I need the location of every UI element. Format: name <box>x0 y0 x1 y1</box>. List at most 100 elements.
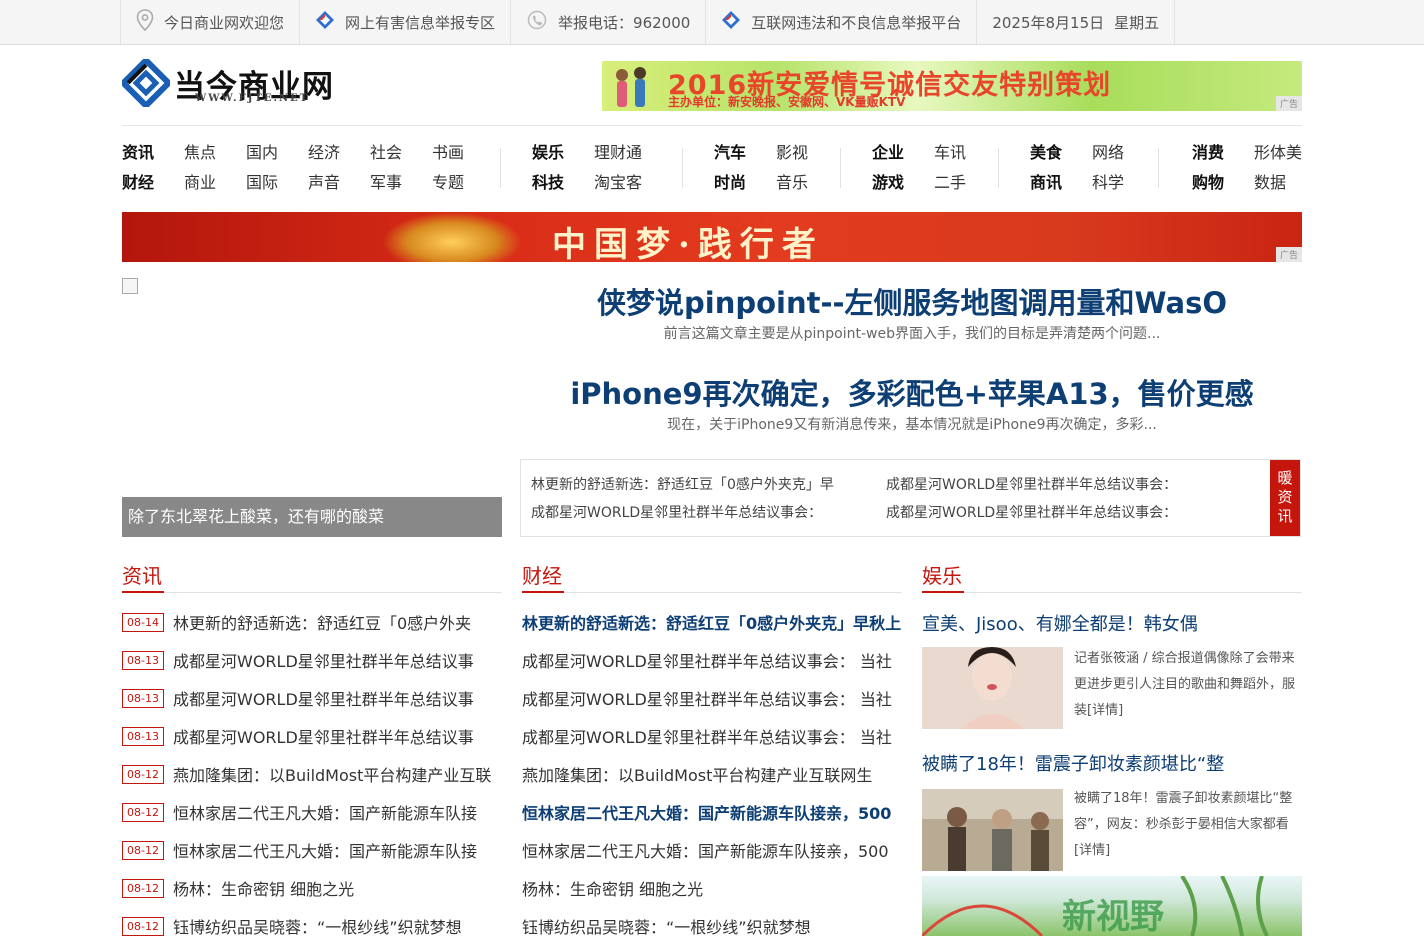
nav-item[interactable]: 消费 <box>1192 138 1254 168</box>
date-badge: 08-13 <box>122 650 164 670</box>
list-item[interactable]: 成都星河WORLD星邻里社群半年总结议事会： 当社 <box>522 717 902 755</box>
welcome-item: 今日商业网欢迎您 <box>120 0 299 44</box>
list-item[interactable]: 08-13 成都星河WORLD星邻里社群半年总结议事 <box>122 717 502 755</box>
list-item[interactable]: 成都星河WORLD星邻里社群半年总结议事会： 当社 <box>522 679 902 717</box>
nav-item[interactable]: 财经 <box>122 168 184 198</box>
nav-item[interactable]: 焦点 <box>184 138 246 168</box>
site-logo[interactable]: 当今商业网 WWW.FJTE.NET <box>122 59 342 111</box>
nav-item[interactable]: 声音 <box>308 168 370 198</box>
yule-thumbnail-2[interactable] <box>922 789 1063 871</box>
list-item[interactable]: 08-13 成都星河WORLD星邻里社群半年总结议事 <box>122 641 502 679</box>
section-yule: 娱乐 宣美、Jisoo、有娜全都是！韩女偶 记者张筱涵 / 综合报道偶像除了会带… <box>922 560 1302 940</box>
hero-slide[interactable]: 除了东北翠花上酸菜，还有哪的酸菜 <box>122 278 502 537</box>
news-title[interactable]: 燕加隆集团：以BuildMost平台构建产业互联网生 <box>522 762 872 786</box>
nav-item[interactable]: 二手 <box>934 168 996 198</box>
ticker-item[interactable]: 林更新的舒适新选：舒适红豆「0感户外夹克」早 <box>531 474 871 494</box>
news-title[interactable]: 恒林家居二代王凡大婚：国产新能源车队接亲，500 <box>522 838 889 862</box>
nav-item[interactable]: 科技 <box>532 168 594 198</box>
news-title[interactable]: 成都星河WORLD星邻里社群半年总结议事 <box>173 648 474 672</box>
news-title[interactable]: 恒林家居二代王凡大婚：国产新能源车队接 <box>173 800 477 824</box>
nav-item[interactable]: 数据 <box>1254 168 1304 198</box>
section-title[interactable]: 娱乐 <box>922 564 962 588</box>
ticker-item[interactable]: 成都星河WORLD星邻里社群半年总结议事会： <box>886 474 1226 494</box>
list-item[interactable]: 08-12 杨林：生命密钥 细胞之光 <box>122 869 502 907</box>
nav-item[interactable]: 影视 <box>776 138 838 168</box>
nav-item[interactable]: 商讯 <box>1030 168 1092 198</box>
list-item[interactable]: 燕加隆集团：以BuildMost平台构建产业互联网生 <box>522 755 902 793</box>
ticker-item[interactable]: 成都星河WORLD星邻里社群半年总结议事会： <box>886 502 1226 522</box>
yule-headline-2[interactable]: 被瞒了18年！雷震子卸妆素颜堪比“整 <box>922 750 1224 776</box>
top-ad-banner[interactable]: 2016新安爱情号诚信交友特别策划 主办单位：新安晚报、安徽网、VK量贩KTV … <box>602 61 1302 111</box>
nav-item[interactable]: 军事 <box>370 168 432 198</box>
list-item[interactable]: 08-12 燕加隆集团：以BuildMost平台构建产业互联 <box>122 755 502 793</box>
news-title[interactable]: 杨林：生命密钥 细胞之光 <box>522 876 703 900</box>
nav-item[interactable]: 美食 <box>1030 138 1092 168</box>
date-item: 2025年8月15日 星期五 <box>976 0 1176 44</box>
nav-item[interactable]: 购物 <box>1192 168 1254 198</box>
news-title[interactable]: 杨林：生命密钥 细胞之光 <box>173 876 354 900</box>
yule-photo-3[interactable]: 新视野 <box>922 876 1302 936</box>
nav-item[interactable]: 书画 <box>432 138 494 168</box>
nav-item[interactable]: 形体美 <box>1254 138 1304 168</box>
list-item[interactable]: 08-14 林更新的舒适新选：舒适红豆「0感户外夹 <box>122 603 502 641</box>
nav-item[interactable]: 音乐 <box>776 168 838 198</box>
section-title[interactable]: 财经 <box>522 564 562 588</box>
hotline-text: 举报电话：962000 <box>558 13 691 32</box>
couple-illustration-icon <box>616 67 646 107</box>
list-item[interactable]: 成都星河WORLD星邻里社群半年总结议事会： 当社 <box>522 641 902 679</box>
nav-divider <box>840 148 841 188</box>
news-title[interactable]: 恒林家居二代王凡大婚：国产新能源车队接亲，500 <box>522 800 891 824</box>
yule-thumbnail-1[interactable] <box>922 647 1063 729</box>
nav-item[interactable]: 科学 <box>1092 168 1154 198</box>
list-item[interactable]: 08-12 恒林家居二代王凡大婚：国产新能源车队接 <box>122 831 502 869</box>
news-title[interactable]: 成都星河WORLD星邻里社群半年总结议事会： 当社 <box>522 724 892 748</box>
nav-group-3: 汽车 时尚 影视 音乐 <box>714 138 838 198</box>
nav-item[interactable]: 车讯 <box>934 138 996 168</box>
list-item[interactable]: 恒林家居二代王凡大婚：国产新能源车队接亲，500 <box>522 793 902 831</box>
news-title[interactable]: 成都星河WORLD星邻里社群半年总结议事会： 当社 <box>522 648 892 672</box>
hero-caption[interactable]: 除了东北翠花上酸菜，还有哪的酸菜 <box>122 497 502 537</box>
news-title[interactable]: 林更新的舒适新选：舒适红豆「0感户外夹 <box>173 610 471 634</box>
portrait-photo-icon <box>922 647 1063 729</box>
news-title[interactable]: 成都星河WORLD星邻里社群半年总结议事会： 当社 <box>522 686 892 710</box>
nav-item[interactable]: 经济 <box>308 138 370 168</box>
report-zone-link[interactable]: 网上有害信息举报专区 <box>299 0 510 44</box>
ticker-item[interactable]: 成都星河WORLD星邻里社群半年总结议事会： <box>531 502 871 522</box>
report-platform-link[interactable]: 互联网违法和不良信息举报平台 <box>705 0 976 44</box>
nav-item[interactable]: 资讯 <box>122 138 184 168</box>
list-item[interactable]: 杨林：生命密钥 细胞之光 <box>522 869 902 907</box>
nav-item[interactable]: 国内 <box>246 138 308 168</box>
nav-item[interactable]: 网络 <box>1092 138 1154 168</box>
nav-item[interactable]: 淘宝客 <box>594 168 656 198</box>
news-title[interactable]: 钰博纺织品吴晓蓉：“一根纱线”织就梦想 <box>173 914 462 938</box>
nav-item[interactable]: 国际 <box>246 168 308 198</box>
nav-item[interactable]: 商业 <box>184 168 246 198</box>
nav-item[interactable]: 汽车 <box>714 138 776 168</box>
section-title[interactable]: 资讯 <box>122 564 162 588</box>
section-header: 娱乐 <box>922 560 1302 593</box>
nav-item[interactable]: 游戏 <box>872 168 934 198</box>
news-title[interactable]: 燕加隆集团：以BuildMost平台构建产业互联 <box>173 762 491 786</box>
news-title[interactable]: 成都星河WORLD星邻里社群半年总结议事 <box>173 686 474 710</box>
list-item[interactable]: 08-12 恒林家居二代王凡大婚：国产新能源车队接 <box>122 793 502 831</box>
list-item[interactable]: 08-12 钰博纺织品吴晓蓉：“一根纱线”织就梦想 <box>122 907 502 945</box>
headline-2[interactable]: iPhone9再次确定，多彩配色+苹果A13，售价更感 <box>522 371 1302 413</box>
nav-item[interactable]: 时尚 <box>714 168 776 198</box>
list-item[interactable]: 08-13 成都星河WORLD星邻里社群半年总结议事 <box>122 679 502 717</box>
news-title[interactable]: 成都星河WORLD星邻里社群半年总结议事 <box>173 724 474 748</box>
main-nav: 资讯 财经 焦点 商业 国内 国际 经济 声音 社会 军事 书画 专题 娱乐 科… <box>122 125 1302 211</box>
nav-item[interactable]: 娱乐 <box>532 138 594 168</box>
nav-item[interactable]: 专题 <box>432 168 494 198</box>
list-item[interactable]: 钰博纺织品吴晓蓉：“一根纱线”织就梦想 <box>522 907 902 945</box>
news-title[interactable]: 恒林家居二代王凡大婚：国产新能源车队接 <box>173 838 477 862</box>
yule-headline-1[interactable]: 宣美、Jisoo、有娜全都是！韩女偶 <box>922 610 1198 636</box>
nav-item[interactable]: 社会 <box>370 138 432 168</box>
news-title[interactable]: 林更新的舒适新选：舒适红豆「0感户外夹克」早秋上 <box>522 610 901 634</box>
nav-item[interactable]: 理财通 <box>594 138 656 168</box>
list-item[interactable]: 林更新的舒适新选：舒适红豆「0感户外夹克」早秋上 <box>522 603 902 641</box>
headline-1[interactable]: 侠梦说pinpoint--左侧服务地图调用量和WasO <box>522 280 1302 322</box>
list-item[interactable]: 恒林家居二代王凡大婚：国产新能源车队接亲，500 <box>522 831 902 869</box>
nav-item[interactable]: 企业 <box>872 138 934 168</box>
china-dream-banner[interactable]: 中国梦·践行者 广告 <box>122 212 1302 262</box>
news-title[interactable]: 钰博纺织品吴晓蓉：“一根纱线”织就梦想 <box>522 914 811 938</box>
